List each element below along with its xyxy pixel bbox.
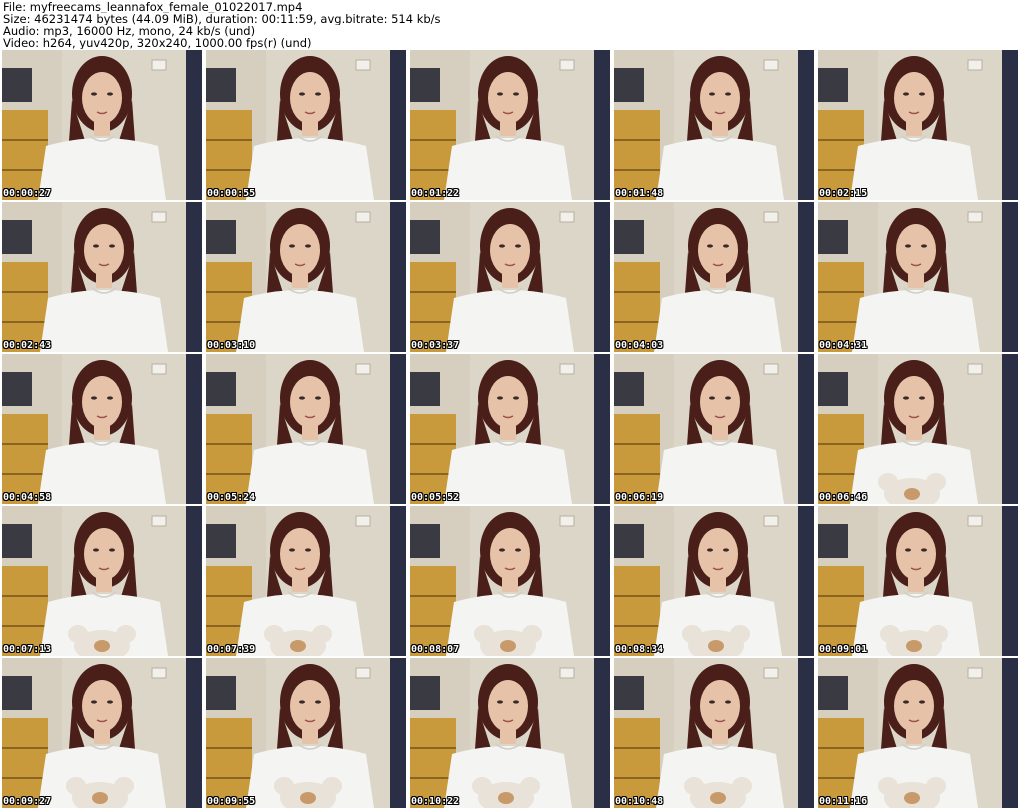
timestamp-label: 00:08:07 [411,644,460,655]
video-thumbnail: 00:03:10 [206,202,406,352]
timestamp-label: 00:01:48 [615,188,664,199]
timestamp-label: 00:03:10 [207,340,256,351]
video-thumbnail: 00:03:37 [410,202,610,352]
file-name-line: File: myfreecams_leannafox_female_010220… [3,1,303,13]
video-thumbnail: 00:06:46 [818,354,1018,504]
timestamp-label: 00:05:24 [207,492,256,503]
video-thumbnail: 00:01:48 [614,50,814,200]
file-info-header: File: myfreecams_leannafox_female_010220… [3,1,1021,49]
timestamp-label: 00:01:22 [411,188,460,199]
timestamp-label: 00:02:15 [819,188,868,199]
timestamp-label: 00:09:27 [3,796,52,807]
audio-info-line: Audio: mp3, 16000 Hz, mono, 24 kb/s (und… [3,25,256,37]
timestamp-label: 00:07:39 [207,644,256,655]
timestamp-label: 00:09:01 [819,644,868,655]
video-info-line: Video: h264, yuv420p, 320x240, 1000.00 f… [3,37,312,49]
timestamp-label: 00:04:58 [3,492,52,503]
video-thumbnail: 00:06:19 [614,354,814,504]
timestamp-label: 00:09:55 [207,796,256,807]
timestamp-label: 00:11:16 [819,796,868,807]
video-thumbnail: 00:10:48 [614,658,814,808]
video-thumbnail: 00:09:27 [2,658,202,808]
timestamp-label: 00:04:31 [819,340,868,351]
video-thumbnail: 00:07:13 [2,506,202,656]
timestamp-label: 00:10:22 [411,796,460,807]
video-thumbnail: 00:04:58 [2,354,202,504]
video-thumbnail: 00:07:39 [206,506,406,656]
file-size-line: Size: 46231474 bytes (44.09 MiB), durati… [3,13,441,25]
timestamp-label: 00:07:13 [3,644,52,655]
timestamp-label: 00:02:43 [3,340,52,351]
video-thumbnail: 00:05:52 [410,354,610,504]
video-thumbnail: 00:08:07 [410,506,610,656]
video-thumbnail: 00:04:31 [818,202,1018,352]
video-thumbnail: 00:05:24 [206,354,406,504]
timestamp-label: 00:00:27 [3,188,52,199]
timestamp-label: 00:03:37 [411,340,460,351]
video-thumbnail: 00:00:55 [206,50,406,200]
thumbnail-grid: 00:00:27 00:00:55 00:01:22 00:01:48 00:02:15… [2,50,1022,809]
video-thumbnail: 00:04:03 [614,202,814,352]
video-thumbnail: 00:11:16 [818,658,1018,808]
video-thumbnail: 00:09:01 [818,506,1018,656]
video-thumbnail: 00:00:27 [2,50,202,200]
video-thumbnail: 00:10:22 [410,658,610,808]
video-thumbnail: 00:08:34 [614,506,814,656]
video-thumbnail: 00:01:22 [410,50,610,200]
timestamp-label: 00:00:55 [207,188,256,199]
video-thumbnail: 00:02:15 [818,50,1018,200]
timestamp-label: 00:04:03 [615,340,664,351]
timestamp-label: 00:05:52 [411,492,460,503]
timestamp-label: 00:06:46 [819,492,868,503]
timestamp-label: 00:10:48 [615,796,664,807]
timestamp-label: 00:08:34 [615,644,664,655]
video-thumbnail: 00:02:43 [2,202,202,352]
video-thumbnail: 00:09:55 [206,658,406,808]
timestamp-label: 00:06:19 [615,492,664,503]
